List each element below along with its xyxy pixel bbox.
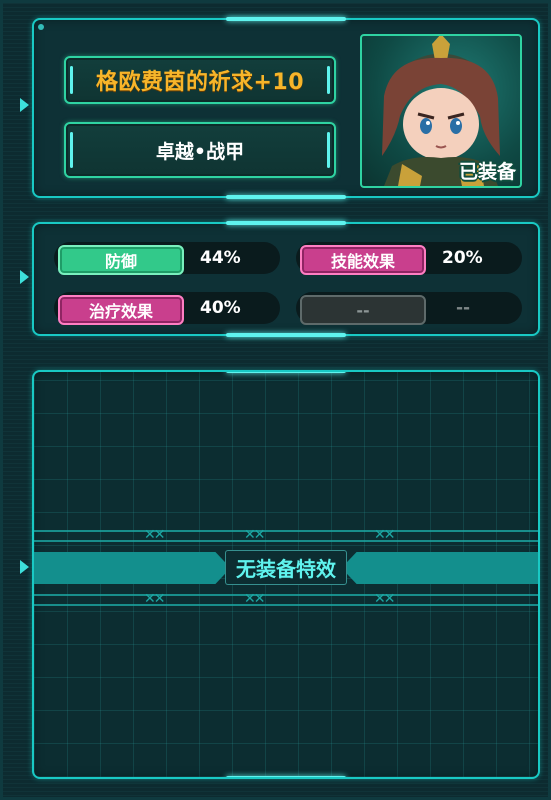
cross-decor-icon: ✕✕ (144, 591, 166, 607)
cross-decor-icon: ✕✕ (374, 527, 396, 543)
panel-arrow-icon (20, 270, 29, 284)
special-effect-panel: ✕✕ ✕✕ ✕✕ ✕✕ ✕✕ ✕✕ 无装备特效 (32, 370, 540, 779)
stat-label: 治疗效果 (58, 295, 184, 325)
panel-arrow-icon (20, 560, 29, 574)
cross-decor-icon: ✕✕ (244, 591, 266, 607)
box-tick (70, 132, 73, 168)
stat-value: 44% (200, 248, 241, 268)
stats-panel: 防御 44% 技能效果 20% 治疗效果 40% -- -- (32, 221, 540, 337)
cross-decor-icon: ✕✕ (374, 591, 396, 607)
stat-row: 技能效果 20% (296, 242, 522, 275)
box-tick (327, 132, 330, 168)
item-type: 卓越•战甲 (155, 140, 245, 163)
box-tick (70, 66, 73, 94)
divider-line (34, 540, 538, 542)
stat-label: 防御 (58, 245, 184, 275)
panel-cap (226, 195, 346, 199)
divider-line (34, 594, 538, 596)
cross-decor-icon: ✕✕ (244, 527, 266, 543)
panel-cap (226, 372, 346, 373)
corner-dot-icon (38, 24, 44, 30)
panel-cap (226, 221, 346, 225)
box-tick (327, 66, 330, 94)
stat-row-empty: -- -- (296, 292, 522, 325)
item-name-box: 格欧费茵的祈求+10 (64, 56, 336, 104)
stat-row: 治疗效果 40% (54, 292, 280, 325)
stat-value: 40% (200, 298, 241, 318)
character-portrait[interactable]: 已装备 (360, 34, 522, 188)
divider-line (34, 530, 538, 532)
equipped-label: 已装备 (458, 161, 516, 183)
stat-label: 技能效果 (300, 245, 426, 275)
panel-arrow-icon (20, 98, 29, 112)
stat-value: -- (456, 298, 471, 318)
panel-cap (226, 17, 346, 21)
stat-label: -- (300, 295, 426, 325)
item-name: 格欧费茵的祈求+10 (95, 70, 305, 95)
panel-cap (226, 333, 346, 337)
panel-cap (226, 776, 346, 777)
item-header-panel: 格欧费茵的祈求+10 卓越•战甲 已装备 (32, 17, 540, 199)
no-special-effect-label: 无装备特效 (225, 550, 347, 585)
divider-line (34, 604, 538, 606)
item-type-box: 卓越•战甲 (64, 122, 336, 178)
stat-row: 防御 44% (54, 242, 280, 275)
stat-value: 20% (442, 248, 483, 268)
cross-decor-icon: ✕✕ (144, 527, 166, 543)
